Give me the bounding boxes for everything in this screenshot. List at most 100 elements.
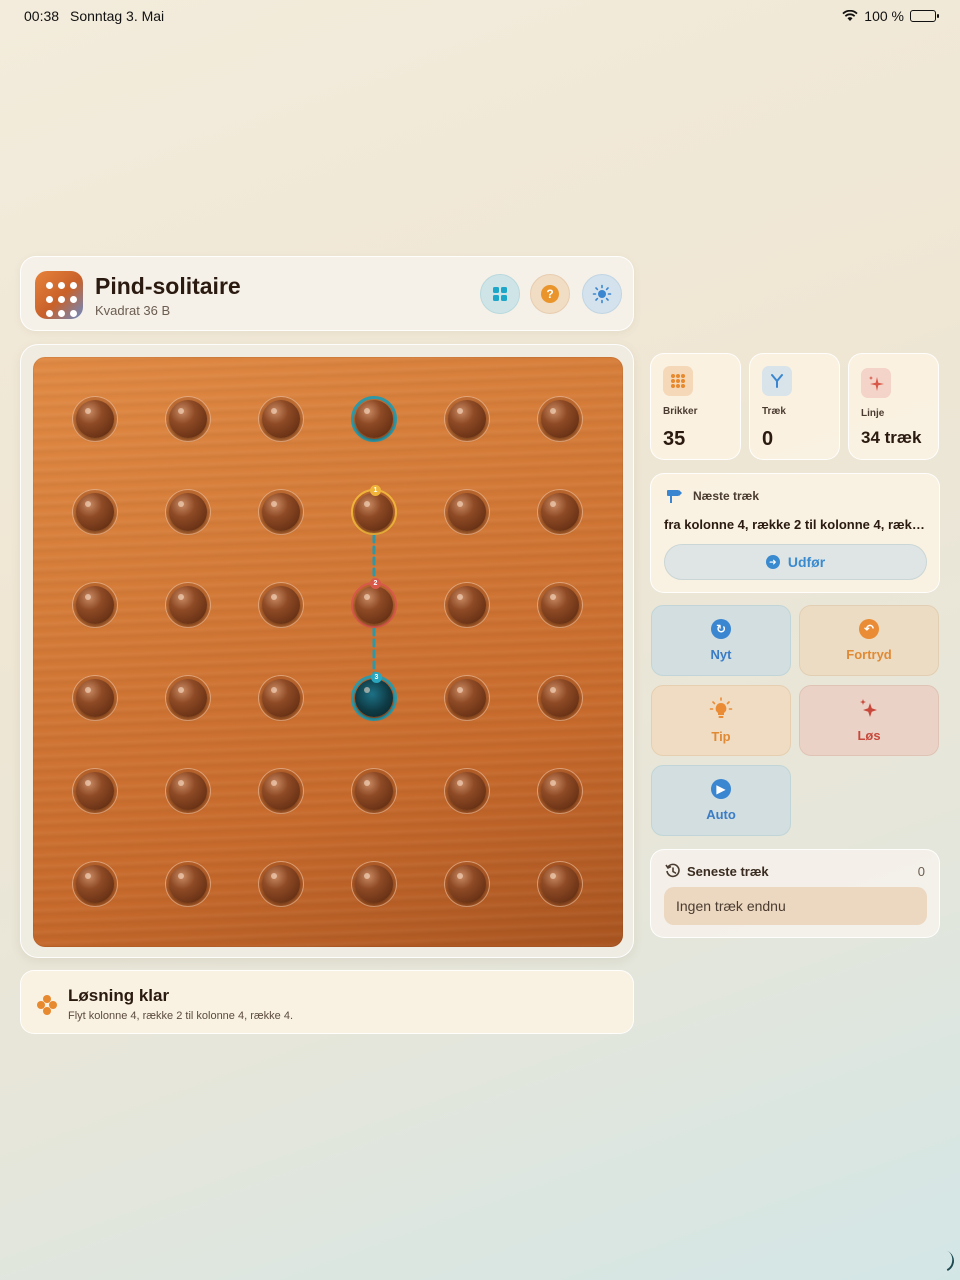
recent-moves-card: Seneste træk 0 Ingen træk endnu: [650, 849, 940, 938]
recent-moves-empty: Ingen træk endnu: [664, 887, 927, 925]
resize-handle[interactable]: [928, 1246, 958, 1276]
peg: [541, 400, 579, 438]
peg: [262, 493, 300, 531]
peg: [448, 586, 486, 624]
execute-button[interactable]: ➜ Udfør: [664, 544, 927, 580]
peg-hole-c3-r1[interactable]: [258, 396, 304, 442]
peg-hole-c5-r1[interactable]: [444, 396, 490, 442]
stat-pegs: Brikker 35: [650, 353, 741, 460]
peg: [262, 865, 300, 903]
peg-hole-c2-r1[interactable]: [165, 396, 211, 442]
peg-hole-c1-r5[interactable]: [72, 768, 118, 814]
peg: [355, 772, 393, 810]
next-move-text: fra kolonne 4, række 2 til kolonne 4, ræ…: [664, 517, 930, 532]
peg-hole-c3-r2[interactable]: [258, 489, 304, 535]
help-icon: ?: [541, 285, 559, 303]
undo-button[interactable]: ↶ Fortryd: [799, 605, 939, 676]
stat-line: Linje 34 træk: [848, 353, 939, 460]
peg-hole-c3-r4[interactable]: [258, 675, 304, 721]
peg-hole-c1-r4[interactable]: [72, 675, 118, 721]
peg-hole-c3-r3[interactable]: [258, 582, 304, 628]
peg: [541, 772, 579, 810]
status-bar: 00:38 Sonntag 3. Mai 100 %: [0, 0, 960, 30]
status-indicators: 100 %: [842, 8, 939, 24]
peg-hole-c6-r5[interactable]: [537, 768, 583, 814]
peg: [355, 400, 393, 438]
peg-hole-c6-r2[interactable]: [537, 489, 583, 535]
peg-hole-c5-r5[interactable]: [444, 768, 490, 814]
header-card: Pind-solitaire Kvadrat 36 B ?: [20, 256, 634, 331]
peg-hole-c4-r2[interactable]: 1: [351, 485, 397, 535]
peg-hole-c2-r3[interactable]: [165, 582, 211, 628]
peg-hole-c5-r2[interactable]: [444, 489, 490, 535]
pegs-icon: [37, 995, 57, 1015]
board-frame: 1 2 3: [20, 344, 634, 958]
peg-hole-c6-r6[interactable]: [537, 861, 583, 907]
peg-hole-c2-r6[interactable]: [165, 861, 211, 907]
game-board: 1 2 3: [33, 357, 623, 947]
peg-hole-c4-r6[interactable]: [351, 861, 397, 907]
lightbulb-icon: [709, 697, 733, 718]
peg-hole-c2-r2[interactable]: [165, 489, 211, 535]
peg-hole-c6-r4[interactable]: [537, 675, 583, 721]
sun-icon: [592, 284, 612, 304]
theme-button[interactable]: [582, 274, 622, 314]
peg-hole-c4-r4[interactable]: 3: [351, 672, 397, 721]
peg-hole-c4-r5[interactable]: [351, 768, 397, 814]
step-badge: 3: [371, 672, 382, 683]
restart-icon: ↻: [711, 619, 731, 639]
sparkle-icon: [861, 368, 891, 398]
peg-hole-c2-r4[interactable]: [165, 675, 211, 721]
peg: [169, 772, 207, 810]
peg-hole-c6-r3[interactable]: [537, 582, 583, 628]
new-game-button[interactable]: ↻ Nyt: [651, 605, 791, 676]
auto-button[interactable]: ▶ Auto: [651, 765, 791, 836]
status-text: Flyt kolonne 4, række 2 til kolonne 4, r…: [68, 1010, 293, 1022]
execute-label: Udfør: [787, 554, 826, 570]
battery-percent: 100 %: [864, 8, 904, 24]
peg-hole-c1-r1[interactable]: [72, 396, 118, 442]
solve-button[interactable]: Løs: [799, 685, 939, 756]
peg-hole-c2-r5[interactable]: [165, 768, 211, 814]
peg: [262, 400, 300, 438]
solution-status-card: Løsning klar Flyt kolonne 4, række 2 til…: [20, 970, 634, 1034]
peg: [541, 679, 579, 717]
peg-hole-c5-r3[interactable]: [444, 582, 490, 628]
peg: [355, 586, 393, 624]
help-button[interactable]: ?: [530, 274, 570, 314]
recent-moves-count: 0: [917, 864, 925, 879]
peg: [262, 679, 300, 717]
app-icon: [35, 271, 83, 319]
peg-hole-c5-r6[interactable]: [444, 861, 490, 907]
auto-label: Auto: [706, 807, 736, 822]
branch-icon: [762, 366, 792, 396]
peg: [448, 400, 486, 438]
peg: [76, 679, 114, 717]
peg: [76, 586, 114, 624]
peg: [76, 865, 114, 903]
peg-hole-c3-r6[interactable]: [258, 861, 304, 907]
peg: [448, 772, 486, 810]
board-select-button[interactable]: [480, 274, 520, 314]
peg: [541, 586, 579, 624]
peg-hole-c1-r2[interactable]: [72, 489, 118, 535]
peg-hole-c1-r6[interactable]: [72, 861, 118, 907]
peg-hole-c5-r4[interactable]: [444, 675, 490, 721]
peg: [448, 679, 486, 717]
solve-label: Løs: [857, 728, 881, 743]
next-move-card: Næste træk fra kolonne 4, række 2 til ko…: [650, 473, 940, 593]
peg: [169, 493, 207, 531]
peg: [448, 865, 486, 903]
peg: [76, 493, 114, 531]
peg-hole-c3-r5[interactable]: [258, 768, 304, 814]
peg-hole-c1-r3[interactable]: [72, 582, 118, 628]
peg: [541, 493, 579, 531]
battery-icon: [910, 10, 939, 22]
tip-button[interactable]: Tip: [651, 685, 791, 756]
peg: [448, 493, 486, 531]
peg-hole-c4-r1[interactable]: [351, 396, 397, 442]
date: Sonntag 3. Mai: [70, 8, 165, 24]
peg-hole-c6-r1[interactable]: [537, 396, 583, 442]
peg-hole-c4-r3[interactable]: 2: [351, 578, 397, 628]
peg: [76, 400, 114, 438]
